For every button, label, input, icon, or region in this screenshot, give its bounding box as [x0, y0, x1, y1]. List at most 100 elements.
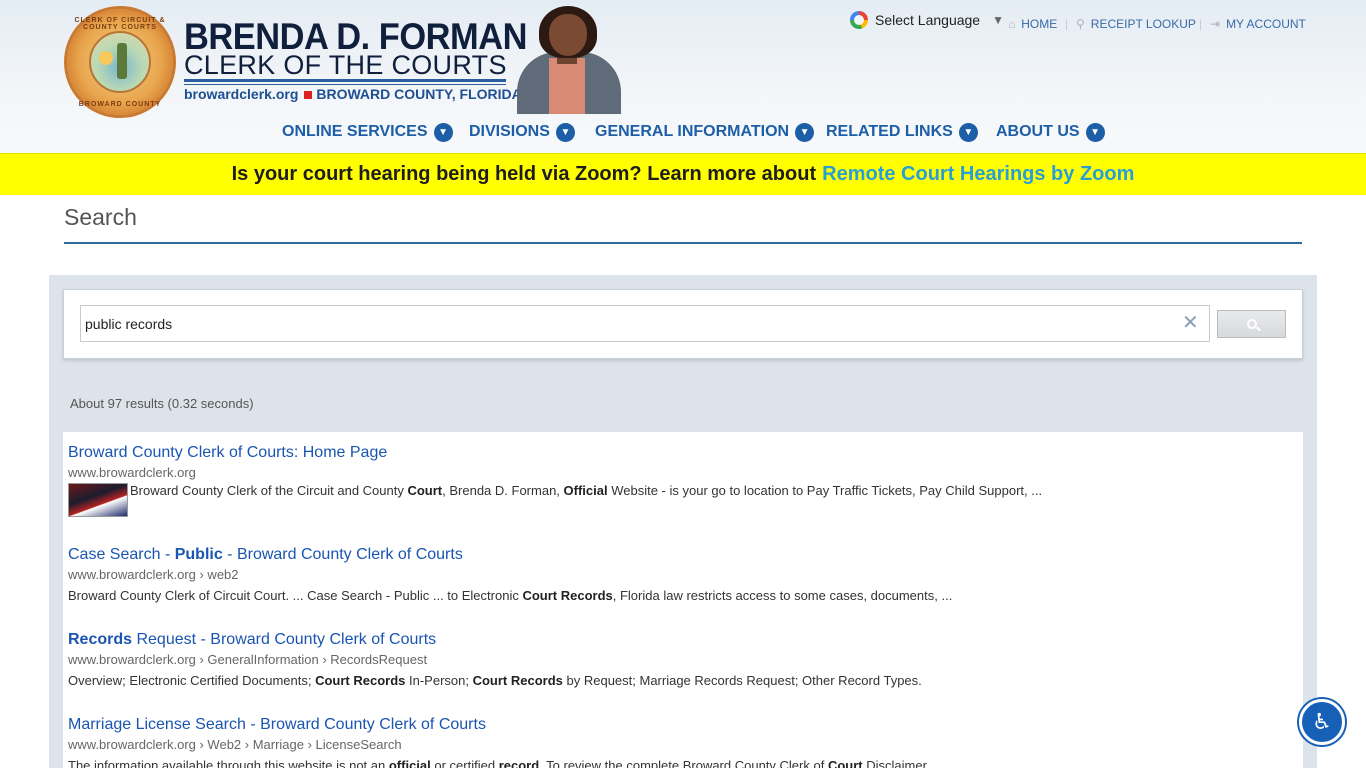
nav-divisions[interactable]: DIVISIONS ▼	[469, 121, 575, 143]
util-separator: |	[1065, 17, 1069, 31]
search-icon: ⚲	[1076, 17, 1085, 31]
zoom-alert-banner: Is your court hearing being held via Zoo…	[0, 153, 1366, 195]
chevron-down-icon: ▼	[958, 122, 978, 142]
seal-sun-icon	[99, 51, 113, 65]
snippet-text: . To review the complete Broward County …	[539, 758, 828, 768]
nav-label: DIVISIONS	[469, 123, 550, 140]
snippet-bold: Court	[827, 758, 863, 768]
result-snippet: The information available through this w…	[68, 758, 941, 768]
results-list: Broward County Clerk of Courts: Home Pag…	[63, 432, 1303, 768]
nav-label: ONLINE SERVICES	[282, 123, 428, 140]
snippet-text: Overview; Electronic Certified Documents…	[68, 673, 316, 688]
result-title-link[interactable]: Marriage License Search - Broward County…	[68, 716, 941, 734]
google-icon	[850, 11, 868, 29]
search-button[interactable]	[1217, 310, 1286, 338]
clerk-subtitle[interactable]: CLERK OF THE COURTS	[184, 50, 507, 81]
accessibility-icon: ♿	[1312, 709, 1332, 734]
portrait-face	[549, 14, 587, 56]
nav-label: ABOUT US	[996, 123, 1080, 140]
chevron-down-icon: ▼	[433, 122, 453, 142]
result-title-link[interactable]: Case Search - Public - Broward County Cl…	[68, 546, 952, 564]
snippet-bold: Court Records	[315, 673, 406, 688]
nav-label: RELATED LINKS	[826, 123, 953, 140]
receipt-lookup-link[interactable]: ⚲ RECEIPT LOOKUP	[1076, 17, 1196, 31]
search-box: ✕	[63, 289, 1303, 359]
account-label: MY ACCOUNT	[1226, 17, 1306, 31]
result-url: www.browardclerk.org › Web2 › Marriage ›…	[68, 737, 402, 752]
snippet-text: Broward County Clerk of Circuit Court. .…	[68, 588, 523, 603]
seal-palm-icon	[117, 43, 127, 79]
util-separator: |	[1199, 17, 1203, 31]
snippet-bold: Court	[407, 483, 443, 498]
title-bold: Public	[174, 546, 223, 563]
red-square-icon	[304, 91, 313, 100]
clear-search-icon[interactable]: ✕	[1182, 310, 1199, 335]
nav-about-us[interactable]: ABOUT US ▼	[996, 121, 1105, 143]
result-url: www.browardclerk.org › web2	[68, 567, 239, 582]
home-link[interactable]: ⌂ HOME	[1008, 17, 1057, 31]
snippet-text: Disclaimer ...	[862, 758, 942, 768]
seal-top-text: CLERK OF CIRCUIT & COUNTY COURTS	[74, 17, 166, 31]
snippet-bold: Court Records	[522, 588, 613, 603]
accessibility-button[interactable]: ♿	[1299, 699, 1345, 745]
sign-in-icon: ⇥	[1210, 17, 1221, 31]
search-panel: ✕ About 97 results (0.32 seconds) Browar…	[49, 275, 1317, 768]
clerk-seal-logo[interactable]: CLERK OF CIRCUIT & COUNTY COURTS BROWARD…	[64, 6, 176, 118]
result-title-link[interactable]: Records Request - Broward County Clerk o…	[68, 631, 922, 649]
portrait-top	[549, 58, 585, 114]
snippet-text: or certified	[430, 758, 499, 768]
alert-text: Is your court hearing being held via Zoo…	[231, 163, 817, 185]
title-text: Case Search -	[68, 546, 175, 563]
chevron-down-icon: ▼	[795, 122, 815, 142]
county-label: BROWARD COUNTY, FLORIDA	[316, 86, 522, 102]
site-domain: browardclerk.org	[184, 86, 299, 102]
snippet-bold: record	[498, 758, 540, 768]
receipt-label: RECEIPT LOOKUP	[1090, 17, 1196, 31]
list-item: Broward County Clerk of Courts: Home Pag…	[68, 444, 1042, 517]
seal-emblem	[89, 31, 151, 93]
title-bold: Records	[68, 631, 133, 648]
chevron-down-icon: ▼	[1085, 122, 1105, 142]
title-text: - Broward County Clerk of Courts	[222, 546, 463, 563]
seal-bottom-text: BROWARD COUNTY	[78, 101, 162, 108]
language-label: Select Language	[875, 12, 981, 28]
result-url: www.browardclerk.org › GeneralInformatio…	[68, 652, 428, 667]
result-snippet: Broward County Clerk of Circuit Court. .…	[68, 588, 952, 603]
clerk-portrait	[511, 4, 623, 114]
snippet-text: Website - is your go to location to Pay …	[607, 483, 1043, 498]
list-item: Case Search - Public - Broward County Cl…	[68, 546, 952, 603]
page-title: Search	[64, 204, 137, 230]
result-snippet: Broward County Clerk of the Circuit and …	[68, 483, 1042, 517]
magnifier-icon	[1246, 319, 1257, 329]
snippet-bold: Official	[563, 483, 608, 498]
title-divider	[64, 242, 1302, 244]
nav-online-services[interactable]: ONLINE SERVICES ▼	[282, 121, 453, 143]
nav-related-links[interactable]: RELATED LINKS ▼	[826, 121, 978, 143]
nav-general-information[interactable]: GENERAL INFORMATION ▼	[595, 121, 815, 143]
snippet-text: , Florida law restricts access to some c…	[612, 588, 953, 603]
brand-site-line: browardclerk.org BROWARD COUNTY, FLORIDA	[184, 86, 522, 102]
list-item: Records Request - Broward County Clerk o…	[68, 631, 922, 688]
snippet-text: In-Person;	[405, 673, 473, 688]
my-account-link[interactable]: ⇥ MY ACCOUNT	[1210, 17, 1306, 31]
site-header: CLERK OF CIRCUIT & COUNTY COURTS BROWARD…	[0, 0, 1366, 153]
home-label: HOME	[1021, 17, 1058, 31]
search-input[interactable]	[80, 305, 1210, 342]
brand-divider	[184, 79, 506, 82]
result-title-link[interactable]: Broward County Clerk of Courts: Home Pag…	[68, 444, 1042, 462]
snippet-text: , Brenda D. Forman,	[442, 483, 564, 498]
brand-divider-thin	[184, 84, 506, 85]
result-count: About 97 results (0.32 seconds)	[70, 396, 254, 411]
snippet-bold: official	[388, 758, 431, 768]
chevron-down-icon: ▼	[555, 122, 575, 142]
snippet-text: The information available through this w…	[68, 758, 389, 768]
snippet-bold: Court Records	[472, 673, 563, 688]
result-url: www.browardclerk.org	[68, 465, 196, 480]
result-thumbnail[interactable]	[68, 483, 128, 517]
home-icon: ⌂	[1008, 17, 1016, 31]
language-selector[interactable]: Select Language ▼	[850, 10, 1004, 30]
title-text: Request - Broward County Clerk of Courts	[132, 631, 437, 648]
nav-label: GENERAL INFORMATION	[595, 123, 790, 140]
list-item: Marriage License Search - Broward County…	[68, 716, 941, 768]
remote-hearings-link[interactable]: Remote Court Hearings by Zoom	[822, 163, 1134, 186]
